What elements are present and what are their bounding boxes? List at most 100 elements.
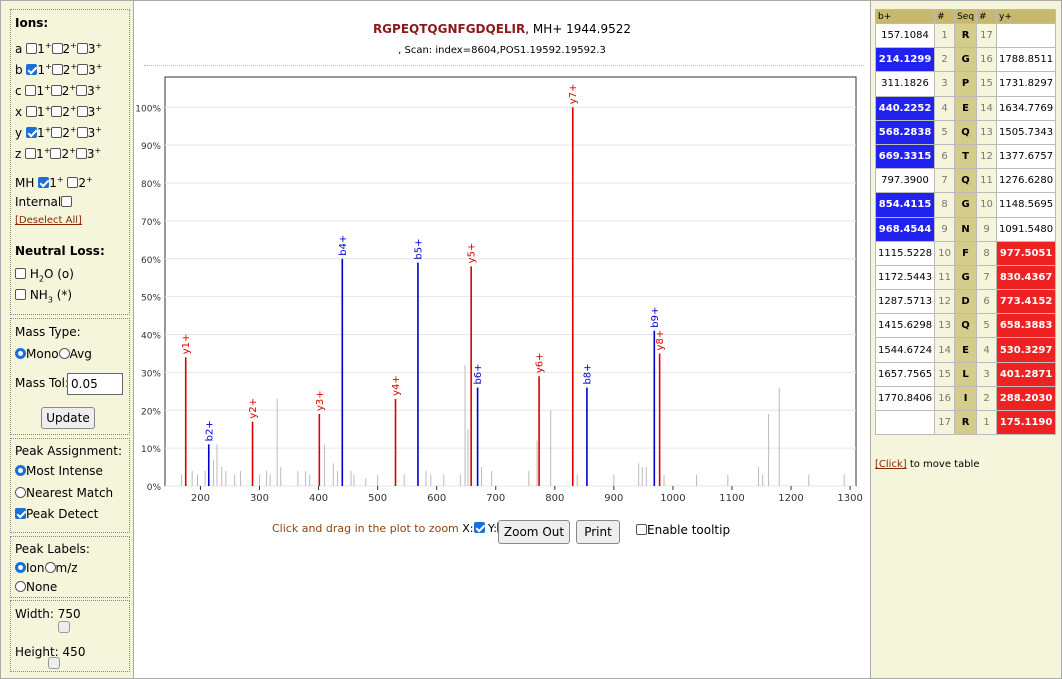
zoom-out-button[interactable]: Zoom Out	[498, 520, 570, 544]
mass-tol-input[interactable]: 0.05	[67, 373, 123, 395]
b-index: 10	[934, 240, 956, 266]
fragment-row: 17 R 1 175.1190	[874, 409, 1057, 436]
peak-label: b6+	[473, 363, 484, 384]
y-tick-label: 80%	[141, 180, 161, 190]
width-slider-handle[interactable]	[58, 621, 70, 633]
spectrum-plot[interactable]: y1+ b2+ y2+ y3+ b4+ y4+ b5+ y5+ b6+ y6+ y7+ b8+ b9+ y…	[134, 71, 870, 511]
mz-label-radio[interactable]	[44, 562, 56, 573]
b-index: 9	[934, 216, 956, 242]
nearest-match-radio[interactable]	[15, 487, 26, 498]
fragment-row: 968.4544 9 N 9 1091.5480	[874, 216, 1057, 242]
ion-x-2plus-checkbox[interactable]	[51, 106, 63, 117]
ion-b-3plus-checkbox[interactable]	[77, 64, 89, 75]
ion-y-2plus-checkbox[interactable]	[51, 127, 63, 138]
peak-label: y2+	[248, 398, 259, 419]
h2o-checkbox[interactable]	[15, 268, 26, 279]
y-ion-mass: 175.1190	[996, 409, 1057, 436]
ion-a-2plus-checkbox[interactable]	[51, 43, 63, 54]
ion-row-b: b 1+ 2+ 3+	[15, 62, 103, 77]
internal-checkbox[interactable]	[61, 196, 73, 207]
y-index: 7	[976, 264, 998, 291]
h2o-row: H2O (o)	[15, 265, 74, 283]
size-box: Width: 750 Height: 450	[10, 600, 130, 672]
residue: Q	[954, 119, 978, 145]
ion-y-1plus-checkbox[interactable]	[25, 127, 37, 138]
nearest-match-row: Nearest Match	[15, 484, 113, 502]
y-tick-label: 90%	[141, 142, 161, 152]
x-tick-label: 300	[250, 493, 269, 504]
y-ion-mass: 401.2871	[996, 361, 1057, 387]
y-tick-label: 60%	[141, 256, 161, 266]
y-tick-label: 10%	[141, 445, 161, 455]
ion-label-radio[interactable]	[15, 562, 26, 573]
fragment-row: 797.3900 7 Q 11 1276.6280	[874, 168, 1057, 194]
peak-labels-title: Peak Labels:	[15, 542, 90, 556]
peak-label: y3+	[315, 390, 326, 411]
x-zoom-checkbox[interactable]	[473, 522, 485, 533]
b-index: 14	[934, 337, 956, 363]
ion-z-2plus-checkbox[interactable]	[50, 148, 62, 159]
y-index: 8	[976, 240, 998, 266]
ion-letter: b	[15, 63, 23, 77]
deselect-all-link[interactable]: [Deselect All]	[15, 215, 82, 226]
x-tick-label: 1000	[660, 493, 685, 504]
ion-b-2plus-checkbox[interactable]	[51, 64, 63, 75]
ion-a-3plus-checkbox[interactable]	[76, 43, 88, 54]
enable-tooltip-checkbox[interactable]	[636, 524, 647, 535]
mass-type-title: Mass Type:	[15, 325, 81, 339]
ion-y-3plus-checkbox[interactable]	[76, 127, 88, 138]
y-ion-mass: 288.2030	[996, 385, 1057, 412]
ion-a-1plus-checkbox[interactable]	[26, 43, 38, 54]
y-ion-mass: 773.4152	[996, 289, 1057, 315]
b-ion-mass: 968.4544	[874, 216, 936, 242]
fragment-row: 669.3315 6 T 12 1377.6757	[874, 143, 1057, 170]
y-ion-mass: 1505.7343	[996, 119, 1057, 145]
y-index: 13	[976, 119, 998, 145]
b-ion-mass: 311.1826	[874, 71, 936, 97]
ion-x-1plus-checkbox[interactable]	[25, 106, 37, 117]
b-ion-mass: 1770.8406	[874, 385, 936, 412]
residue: L	[954, 361, 978, 387]
width-row: Width: 750	[15, 607, 81, 621]
b-index: 11	[934, 264, 956, 291]
peak-detect-checkbox[interactable]	[15, 508, 26, 519]
ion-z-1plus-checkbox[interactable]	[25, 148, 37, 159]
ion-row-a: a 1+ 2+ 3+	[15, 41, 103, 56]
y-index: 11	[976, 168, 998, 194]
most-intense-radio[interactable]	[15, 465, 26, 476]
residue: R	[954, 22, 978, 49]
ion-x-3plus-checkbox[interactable]	[76, 106, 88, 117]
mh-1plus-checkbox[interactable]	[38, 177, 50, 188]
y-tick-label: 20%	[141, 407, 161, 417]
peak-label: b4+	[338, 235, 349, 256]
move-table-link[interactable]: [Click]	[875, 459, 907, 470]
avg-radio[interactable]	[58, 348, 70, 359]
print-button[interactable]: Print	[576, 520, 620, 544]
ion-z-3plus-checkbox[interactable]	[75, 148, 87, 159]
mh-2plus-checkbox[interactable]	[67, 177, 79, 188]
ion-row-z: z 1+ 2+ 3+	[15, 146, 102, 161]
ion-c-3plus-checkbox[interactable]	[76, 85, 88, 96]
y-tick-label: 50%	[141, 294, 161, 304]
ion-b-1plus-checkbox[interactable]	[26, 64, 38, 75]
ion-letter: a	[15, 42, 23, 56]
nh3-checkbox[interactable]	[15, 289, 26, 300]
y-ion-mass: 658.3883	[996, 313, 1057, 339]
residue: E	[954, 337, 978, 363]
update-button[interactable]: Update	[41, 407, 95, 429]
mono-radio[interactable]	[15, 348, 26, 359]
fragment-row: 1415.6298 13 Q 5 658.3883	[874, 313, 1057, 339]
ion-c-1plus-checkbox[interactable]	[25, 85, 37, 96]
height-slider-handle[interactable]	[48, 657, 60, 669]
residue: G	[954, 192, 978, 218]
y-index: 14	[976, 95, 998, 121]
none-label-radio[interactable]	[15, 581, 26, 592]
ions-title: Ions:	[15, 16, 49, 30]
peak-assignment-box: Peak Assignment: Most Intense Nearest Ma…	[10, 438, 130, 533]
fragment-row: 214.1299 2 G 16 1788.8511	[874, 47, 1057, 73]
y-tick-label: 70%	[141, 218, 161, 228]
b-index: 2	[934, 47, 956, 73]
ion-letter: z	[15, 147, 22, 161]
fragment-row: 1657.7565 15 L 3 401.2871	[874, 361, 1057, 387]
ion-c-2plus-checkbox[interactable]	[50, 85, 62, 96]
